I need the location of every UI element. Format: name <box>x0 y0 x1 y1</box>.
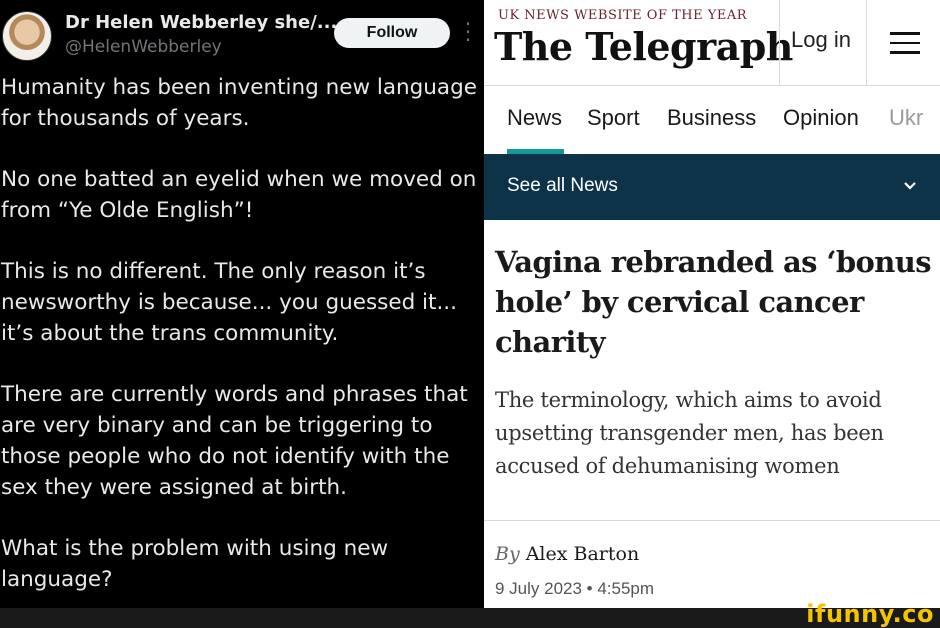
tweet-paragraph: There are currently words and phrases th… <box>1 382 468 500</box>
article-standfirst: The terminology, which aims to avoid ups… <box>495 388 884 478</box>
see-all-news-bar[interactable]: See all News <box>484 154 940 220</box>
follow-button[interactable]: Follow <box>334 18 450 48</box>
login-link[interactable]: Log in <box>791 27 851 53</box>
site-tagline: UK NEWS WEBSITE OF THE YEAR <box>498 8 747 23</box>
article-headline: Vagina rebranded as ‘bonus hole’ by cerv… <box>495 245 932 359</box>
author-name[interactable]: Dr Helen Webberley she/... <box>65 12 337 33</box>
hamburger-menu-icon[interactable] <box>890 32 920 54</box>
nav-item-news[interactable]: News <box>507 105 562 131</box>
nav-item-ukraine[interactable]: Ukr <box>889 105 923 131</box>
see-all-news-label: See all News <box>507 175 618 196</box>
author-link[interactable]: Alex Barton <box>526 543 639 565</box>
nav-item-opinion[interactable]: Opinion <box>783 105 859 131</box>
tweet-paragraph: This is no different. The only reason it… <box>1 259 457 346</box>
header-divider <box>866 0 867 85</box>
telegraph-panel: UK NEWS WEBSITE OF THE YEAR The Telegrap… <box>484 0 940 608</box>
tweet-panel: Dr Helen Webberley she/... @HelenWebberl… <box>0 0 484 608</box>
chevron-down-icon <box>904 182 916 190</box>
tweet-paragraph: What is the problem with using new langu… <box>1 536 389 592</box>
divider <box>484 520 940 521</box>
tweet-text: Humanity has been inventing new language… <box>1 72 479 608</box>
byline-prefix: By <box>495 543 520 565</box>
bottom-strip <box>0 608 940 628</box>
tweet-paragraph: Humanity has been inventing new language… <box>1 75 477 131</box>
watermark-logo: ifunny.co <box>806 600 934 628</box>
site-logo[interactable]: The Telegraph <box>494 24 793 69</box>
author-handle[interactable]: @HelenWebberley <box>65 37 222 57</box>
section-nav: News Sport Business Opinion Ukr <box>484 86 940 154</box>
more-vertical-icon[interactable]: · · · <box>462 14 474 50</box>
nav-item-business[interactable]: Business <box>667 105 756 131</box>
article-date: 9 July 2023 • 4:55pm <box>495 579 655 598</box>
header-divider <box>779 0 780 85</box>
article-byline: By Alex Barton <box>495 543 639 565</box>
tweet-paragraph: No one batted an eyelid when we moved on… <box>1 167 477 223</box>
avatar[interactable] <box>2 11 52 61</box>
nav-item-sport[interactable]: Sport <box>587 105 640 131</box>
site-header: UK NEWS WEBSITE OF THE YEAR The Telegrap… <box>484 0 940 86</box>
